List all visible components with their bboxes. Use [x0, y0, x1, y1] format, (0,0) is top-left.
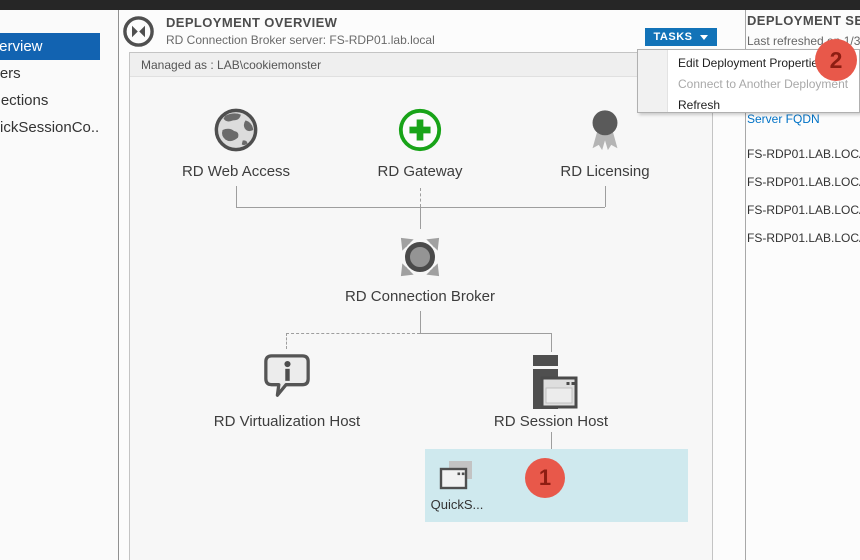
connector-to-broker — [420, 207, 421, 229]
rd-web-access-icon[interactable] — [213, 107, 259, 153]
sidebar-item-overview[interactable]: Overview — [0, 33, 100, 60]
annotation-badge-2: 2 — [815, 39, 857, 81]
connector-bottom-right — [420, 333, 551, 334]
overview-subtitle: RD Connection Broker server: FS-RDP01.la… — [166, 33, 435, 47]
managed-as-bar: Managed as : LAB\cookiemonster — [130, 53, 712, 77]
server-row[interactable]: FS-RDP01.LAB.LOCAL — [747, 147, 860, 161]
window-top-strip — [0, 0, 860, 10]
node-label-rd-licensing[interactable]: RD Licensing — [495, 163, 715, 180]
rd-gateway-add-icon[interactable] — [397, 107, 443, 153]
sidebar-item-label: Overview — [0, 33, 43, 60]
node-label-rd-virtualization-host[interactable]: RD Virtualization Host — [177, 413, 397, 430]
nav-content-divider — [118, 10, 119, 560]
connector-to-collection — [551, 432, 552, 450]
node-label-rd-session-host[interactable]: RD Session Host — [441, 413, 661, 430]
menu-icon-gutter — [638, 50, 668, 112]
sidebar-nav: Overview Servers Collections QuickSessio… — [0, 10, 118, 560]
server-row[interactable]: FS-RDP01.LAB.LOCAL — [747, 203, 860, 217]
rd-virtualization-host-icon[interactable] — [260, 352, 314, 402]
connector-from-broker — [420, 311, 421, 333]
connector-licensing — [605, 186, 606, 207]
node-label-rd-connection-broker[interactable]: RD Connection Broker — [310, 288, 530, 305]
sidebar-item-label: Collections — [0, 87, 48, 114]
connector-gateway-dotted — [420, 188, 421, 207]
menu-item-refresh[interactable]: Refresh — [678, 98, 720, 112]
connector-webaccess — [236, 186, 237, 207]
menu-item-connect-to-another-deployment: Connect to Another Deployment — [678, 77, 848, 91]
server-row[interactable]: FS-RDP01.LAB.LOCAL — [747, 231, 860, 245]
chevron-down-icon — [700, 35, 708, 40]
session-collection-icon[interactable] — [438, 459, 475, 494]
connector-sessionhost — [551, 333, 552, 352]
sidebar-item-label: Servers — [0, 60, 21, 87]
tasks-button[interactable]: TASKS — [645, 28, 717, 46]
rd-licensing-icon[interactable] — [582, 107, 628, 153]
rd-session-host-icon[interactable] — [527, 353, 579, 411]
servers-panel-title: DEPLOYMENT SERVERS — [747, 13, 860, 28]
sidebar-item-quicksessioncollection[interactable]: QuickSessionCo... — [0, 114, 100, 141]
server-row[interactable]: FS-RDP01.LAB.LOCAL — [747, 175, 860, 189]
tasks-button-label: TASKS — [654, 31, 693, 43]
menu-item-edit-deployment-properties[interactable]: Edit Deployment Properties — [678, 56, 824, 70]
sidebar-item-servers[interactable]: Servers — [0, 60, 100, 87]
overview-title: DEPLOYMENT OVERVIEW — [166, 15, 337, 30]
session-collection-label[interactable]: QuickS... — [427, 497, 487, 512]
annotation-badge-1: 1 — [525, 458, 565, 498]
connector-bottom-left-dotted — [286, 333, 420, 334]
rd-connection-broker-icon[interactable] — [392, 229, 448, 285]
sidebar-item-collections[interactable]: Collections — [0, 87, 100, 114]
sidebar-item-label: QuickSessionCo... — [0, 114, 100, 141]
rds-deployment-icon — [122, 15, 155, 48]
connector-virthost-dotted — [286, 333, 287, 349]
servers-column-header-fqdn[interactable]: Server FQDN — [747, 112, 820, 126]
